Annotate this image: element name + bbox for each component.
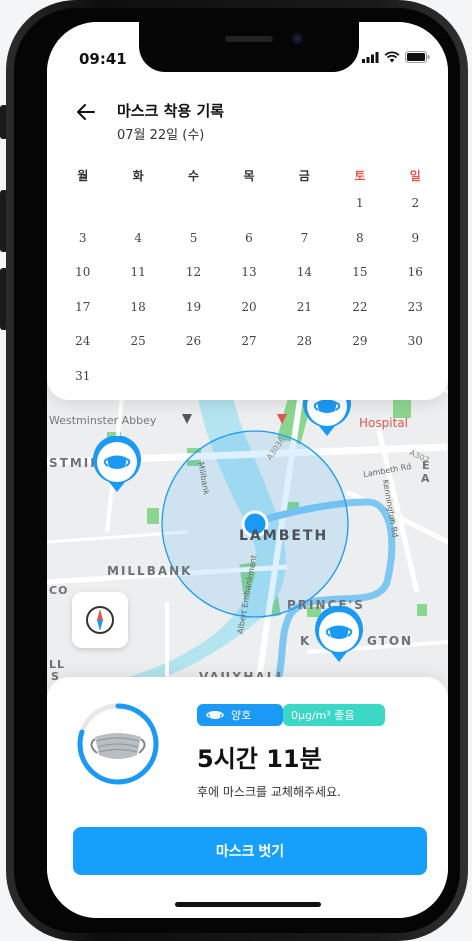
- calendar-day[interactable]: 1: [332, 196, 387, 210]
- map-label-kennington-a: K: [300, 634, 312, 648]
- weekday-sat: 토: [354, 168, 366, 183]
- calendar-day[interactable]: 17: [55, 300, 110, 314]
- calendar-day[interactable]: 19: [166, 300, 221, 314]
- calendar-day[interactable]: 8: [332, 231, 387, 245]
- calendar-day[interactable]: 30: [388, 334, 443, 348]
- status-sheet: 양호 0μg/m³ 좋음 5시간 11분 후에 마스크를 교체해주세요. 마스크…: [47, 677, 448, 918]
- weekday-fri: 금: [298, 168, 310, 183]
- calendar-day[interactable]: 23: [388, 300, 443, 314]
- map-label-abbey: Westminster Abbey: [49, 414, 157, 427]
- calendar-day[interactable]: 9: [388, 231, 443, 245]
- map-label-lambeth: LAMBETH: [239, 528, 329, 544]
- calendar-day[interactable]: 13: [221, 265, 276, 279]
- calendar: 월 화 수 목 금 토 일 1 2 3 4 5 6 7 8 9 10 11 12 13 14 15 16 17 1…: [55, 164, 443, 393]
- calendar-week-row: 10 11 12 13 14 15 16: [55, 255, 443, 290]
- mask-usage-ring: [77, 703, 159, 785]
- map-label-millbank: MILLBANK: [107, 564, 193, 578]
- status-time: 09:41: [79, 50, 127, 68]
- calendar-day[interactable]: 15: [332, 265, 387, 279]
- dust-level-badge: 0μg/m³ 좋음: [283, 704, 385, 726]
- speaker: [225, 36, 273, 42]
- calendar-grid: 1 2 3 4 5 6 7 8 9 10 11 12 13 14 15 16 17 18 19 20 21 22 23 24 2…: [55, 186, 443, 393]
- mask-map-pin[interactable]: [91, 435, 143, 494]
- calendar-day[interactable]: 12: [166, 265, 221, 279]
- calendar-day[interactable]: 25: [110, 334, 165, 348]
- remove-mask-button[interactable]: 마스크 벗기: [73, 827, 427, 875]
- calendar-day[interactable]: 6: [221, 231, 276, 245]
- mask-pin-icon: [315, 605, 363, 662]
- mask-pin-icon: [93, 435, 141, 492]
- compass-button[interactable]: [72, 592, 128, 648]
- wifi-icon: [384, 51, 400, 63]
- calendar-day[interactable]: 3: [55, 231, 110, 245]
- calendar-weekday-row: 월 화 수 목 금 토 일: [55, 164, 443, 186]
- compass-icon: [86, 606, 114, 634]
- header-panel: 마스크 착용 기록 07월 22일 (수) 월 화 수 목 금 토 일 1234…: [47, 22, 448, 400]
- mask-quality-badge: 양호: [197, 704, 283, 726]
- calendar-day[interactable]: 20: [221, 300, 276, 314]
- home-indicator[interactable]: [175, 902, 321, 907]
- weekday-sun: 일: [409, 168, 421, 183]
- map-label-hospital: Hospital: [359, 416, 408, 430]
- replacement-notice: 후에 마스크를 교체해주세요.: [197, 785, 341, 799]
- calendar-day[interactable]: 28: [277, 334, 332, 348]
- battery-icon: [405, 51, 430, 63]
- map-label-co: CO: [49, 584, 69, 597]
- calendar-week-row: 24 25 26 27 28 29 30: [55, 324, 443, 359]
- calendar-day[interactable]: 10: [55, 265, 110, 279]
- cellular-signal-icon: [362, 51, 379, 63]
- remaining-time: 5시간 11분: [197, 745, 322, 773]
- dust-level-label: 0μg/m³ 좋음: [291, 709, 355, 722]
- calendar-week-row: 12: [55, 186, 443, 221]
- calendar-day[interactable]: 7: [277, 231, 332, 245]
- weekday-wed: 수: [188, 168, 200, 183]
- calendar-day[interactable]: 5: [166, 231, 221, 245]
- calendar-week-row: 31: [55, 359, 443, 394]
- weekday-thu: 목: [243, 168, 255, 183]
- calendar-day[interactable]: 22: [332, 300, 387, 314]
- screen: 09:41 STMIN LAMBETH MILLBANK PRINCE'S K …: [47, 22, 448, 918]
- calendar-day[interactable]: 14: [277, 265, 332, 279]
- calendar-day[interactable]: 31: [55, 369, 110, 383]
- phone-frame: 09:41 STMIN LAMBETH MILLBANK PRINCE'S K …: [0, 0, 472, 941]
- calendar-week-row: 17 18 19 20 21 22 23: [55, 290, 443, 325]
- calendar-day[interactable]: 21: [277, 300, 332, 314]
- mask-quality-label: 양호: [231, 709, 252, 722]
- calendar-day[interactable]: 11: [110, 265, 165, 279]
- calendar-day[interactable]: 18: [110, 300, 165, 314]
- weekday-tue: 화: [132, 168, 144, 183]
- notch: [139, 22, 359, 72]
- back-arrow-icon[interactable]: [77, 104, 95, 120]
- calendar-day[interactable]: 26: [166, 334, 221, 348]
- calendar-day[interactable]: 29: [332, 334, 387, 348]
- calendar-day[interactable]: 2: [388, 196, 443, 210]
- calendar-day[interactable]: 16: [388, 265, 443, 279]
- mask-small-icon: [206, 710, 224, 719]
- page-title: 마스크 착용 기록: [117, 102, 225, 120]
- status-icons: [362, 51, 430, 63]
- camera: [292, 33, 303, 44]
- calendar-day[interactable]: 4: [110, 231, 165, 245]
- mask-icon: [90, 733, 146, 759]
- selected-date: 07월 22일 (수): [117, 128, 205, 143]
- calendar-week-row: 3456789: [55, 221, 443, 256]
- map-label-kennington-b: GTON: [367, 634, 414, 648]
- map-label-a: A: [421, 472, 431, 485]
- mask-map-pin[interactable]: [313, 605, 365, 664]
- weekday-mon: 월: [77, 168, 89, 183]
- calendar-day[interactable]: 27: [221, 334, 276, 348]
- calendar-day[interactable]: 24: [55, 334, 110, 348]
